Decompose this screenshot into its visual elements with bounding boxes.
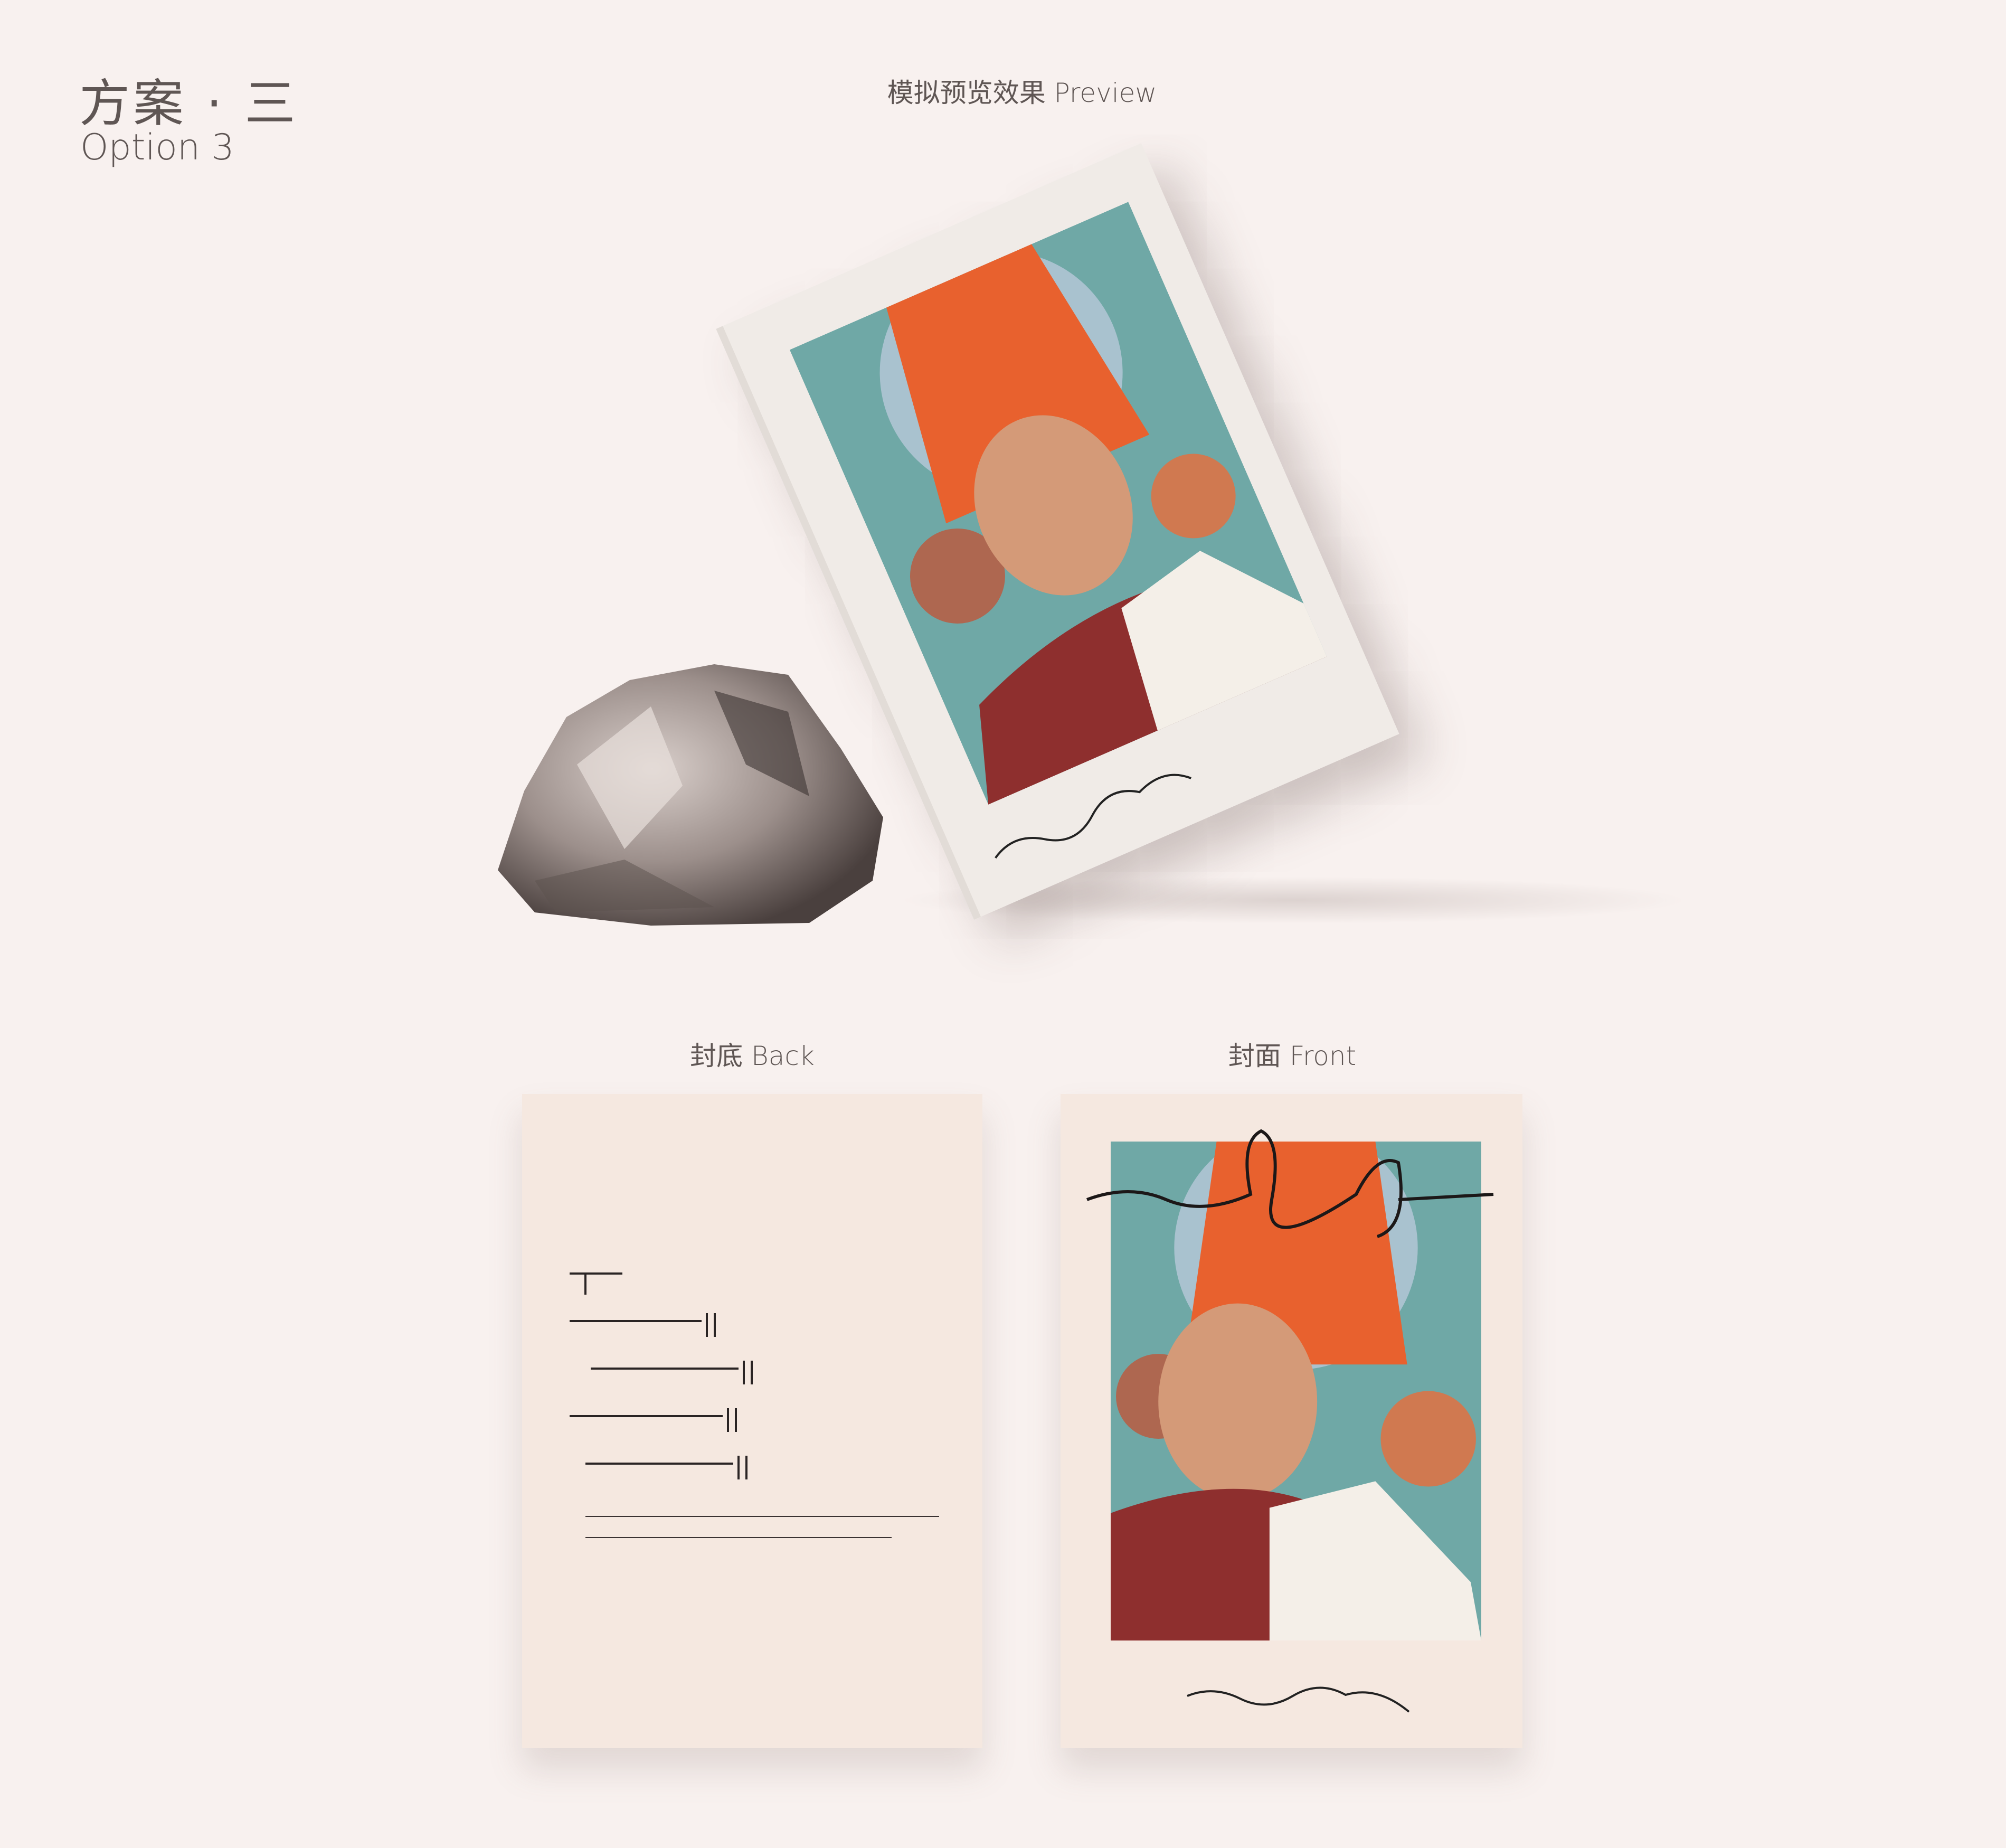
tibetan-title-calligraphy <box>1086 1129 1494 1238</box>
page-title: 方案 · 三 <box>79 74 299 133</box>
preview-label: 模拟预览效果 Preview <box>887 78 1157 108</box>
tibetan-verse-calligraphy <box>570 1272 939 1538</box>
front-label: 封面 Front <box>1228 1041 1357 1071</box>
back-label: 封底 Back <box>690 1041 815 1071</box>
page-subtitle: Option 3 <box>80 127 234 168</box>
back-cover <box>522 1094 982 1748</box>
front-cover <box>1061 1094 1522 1748</box>
tibetan-author-calligraphy <box>1187 1686 1410 1713</box>
rock-image <box>498 664 883 926</box>
